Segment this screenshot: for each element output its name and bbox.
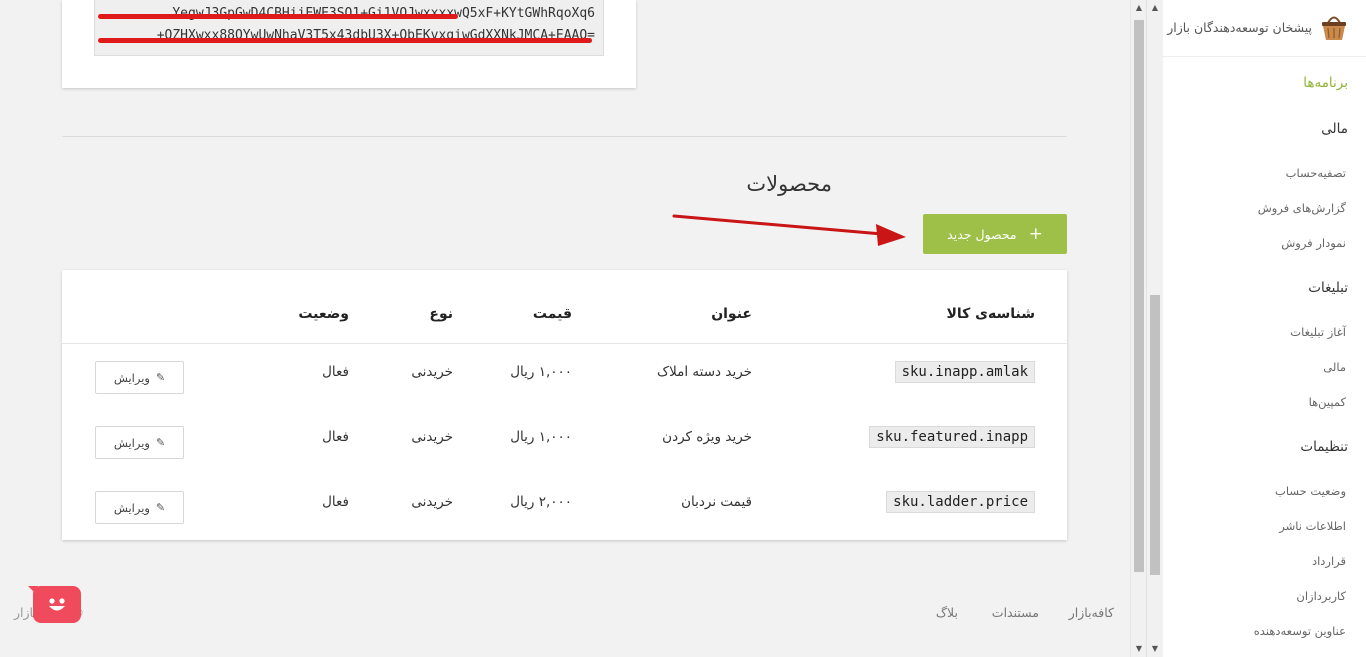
product-status: فعال <box>322 494 349 510</box>
brand-divider <box>1162 56 1366 57</box>
scroll-up-icon[interactable]: ▲ <box>1147 0 1163 16</box>
bazaar-basket-icon <box>1322 16 1346 40</box>
sidebar-scroll-thumb[interactable] <box>1150 295 1160 575</box>
plus-icon: + <box>1028 224 1043 244</box>
sku-code: sku.featured.inapp <box>869 426 1035 448</box>
smiley-icon <box>49 597 65 610</box>
sidebar-item-account-status[interactable]: وضعیت حساب <box>1275 484 1346 498</box>
sidebar-item-contract[interactable]: قرارداد <box>1312 554 1346 568</box>
header-status: وضعیت <box>298 306 349 322</box>
nav-section-settings[interactable]: تنظیمات <box>1300 439 1348 455</box>
header-type: نوع <box>429 306 453 322</box>
product-price: ۲,۰۰۰ ریال <box>510 494 572 510</box>
table-row: sku.featured.inapp خرید ویژه کردن ۱,۰۰۰ … <box>62 409 1067 474</box>
brand[interactable]: پیشخان توسعه‌دهندگان بازار <box>1167 12 1348 42</box>
redaction-line-1 <box>98 14 458 19</box>
sku-code: sku.ladder.price <box>886 491 1035 513</box>
main-scrollbar[interactable]: ▲ ▼ <box>1130 0 1146 657</box>
redaction-line-2 <box>98 38 592 43</box>
sidebar-item-start-ads[interactable]: آغاز تبلیغات <box>1290 325 1346 339</box>
products-table: شناسه‌ی کالا عنوان قیمت نوع وضعیت sku.in… <box>62 270 1067 540</box>
sidebar-item-settlement[interactable]: تصفیه‌حساب <box>1286 166 1346 180</box>
sidebar-item-publisher-info[interactable]: اطلاعات ناشر <box>1279 519 1346 533</box>
sidebar-item-developer-titles[interactable]: عناوین توسعه‌دهنده <box>1254 624 1346 638</box>
product-price: ۱,۰۰۰ ریال <box>510 364 572 380</box>
product-title: خرید دسته املاک <box>657 364 752 380</box>
edit-button[interactable]: ✎ ویرایش <box>95 426 184 459</box>
product-title: قیمت نردبان <box>681 494 752 510</box>
brand-title: پیشخان توسعه‌دهندگان بازار <box>1167 19 1312 35</box>
sidebar-scrollbar[interactable]: ▲ ▼ <box>1147 0 1163 657</box>
table-row: sku.inapp.amlak خرید دسته املاک ۱,۰۰۰ ری… <box>62 344 1067 409</box>
pencil-icon: ✎ <box>155 371 166 384</box>
annotation-arrow <box>672 214 906 246</box>
chat-widget-button[interactable] <box>28 586 81 623</box>
product-price: ۱,۰۰۰ ریال <box>510 429 572 445</box>
sidebar-item-campaigns[interactable]: کمپین‌ها <box>1309 395 1346 409</box>
sidebar: ▲ ▼ پیشخان توسعه‌دهندگان بازار برنامه‌ها… <box>1146 0 1366 657</box>
product-title: خرید ویژه کردن <box>662 429 752 445</box>
nav-section-apps[interactable]: برنامه‌ها <box>1303 75 1348 91</box>
table-row: sku.ladder.price قیمت نردبان ۲,۰۰۰ ریال … <box>62 474 1067 539</box>
scroll-down-icon[interactable]: ▼ <box>1131 641 1147 657</box>
product-type: خریدنی <box>411 429 453 445</box>
product-status: فعال <box>322 364 349 380</box>
new-product-button[interactable]: + محصول جدید <box>923 214 1067 254</box>
header-sku: شناسه‌ی کالا <box>946 306 1035 322</box>
scroll-up-icon[interactable]: ▲ <box>1131 0 1147 16</box>
main-content: YegwJ3GpGwD4CBHiiEWE3SQ1+Gi1VOJwxxxxwQ5x… <box>0 0 1130 657</box>
products-title: محصولات <box>746 172 832 196</box>
edit-label: ویرایش <box>113 370 150 385</box>
nav-section-ads[interactable]: تبلیغات <box>1308 280 1348 296</box>
footer-link-cafebazaar[interactable]: کافه‌بازار <box>1069 605 1114 620</box>
sidebar-item-users[interactable]: کاربردازان <box>1296 589 1346 603</box>
sidebar-item-sales-chart[interactable]: نمودار فروش <box>1281 236 1346 250</box>
edit-label: ویرایش <box>113 435 150 450</box>
scroll-down-icon[interactable]: ▼ <box>1147 641 1163 657</box>
pencil-icon: ✎ <box>155 501 166 514</box>
nav-section-finance[interactable]: مالی <box>1321 121 1348 137</box>
public-key-box[interactable]: YegwJ3GpGwD4CBHiiEWE3SQ1+Gi1VOJwxxxxwQ5x… <box>94 0 604 56</box>
edit-button[interactable]: ✎ ویرایش <box>95 491 184 524</box>
public-key-card: YegwJ3GpGwD4CBHiiEWE3SQ1+Gi1VOJwxxxxwQ5x… <box>62 0 636 88</box>
header-title: عنوان <box>711 306 752 322</box>
footer-link-blog[interactable]: بلاگ <box>936 605 958 620</box>
new-product-label: محصول جدید <box>947 226 1017 242</box>
sku-code: sku.inapp.amlak <box>894 361 1035 383</box>
footer-link-docs[interactable]: مستندات <box>992 605 1039 620</box>
pencil-icon: ✎ <box>155 436 166 449</box>
edit-button[interactable]: ✎ ویرایش <box>95 361 184 394</box>
main-scroll-thumb[interactable] <box>1134 20 1144 572</box>
sidebar-item-ads-finance[interactable]: مالی <box>1323 360 1346 374</box>
header-price: قیمت <box>532 306 572 322</box>
product-status: فعال <box>322 429 349 445</box>
product-type: خریدنی <box>411 494 453 510</box>
sidebar-item-sales-reports[interactable]: گزارش‌های فروش <box>1258 201 1346 215</box>
edit-label: ویرایش <box>113 500 150 515</box>
product-type: خریدنی <box>411 364 453 380</box>
table-header: شناسه‌ی کالا عنوان قیمت نوع وضعیت <box>62 270 1067 344</box>
section-divider <box>62 136 1067 137</box>
